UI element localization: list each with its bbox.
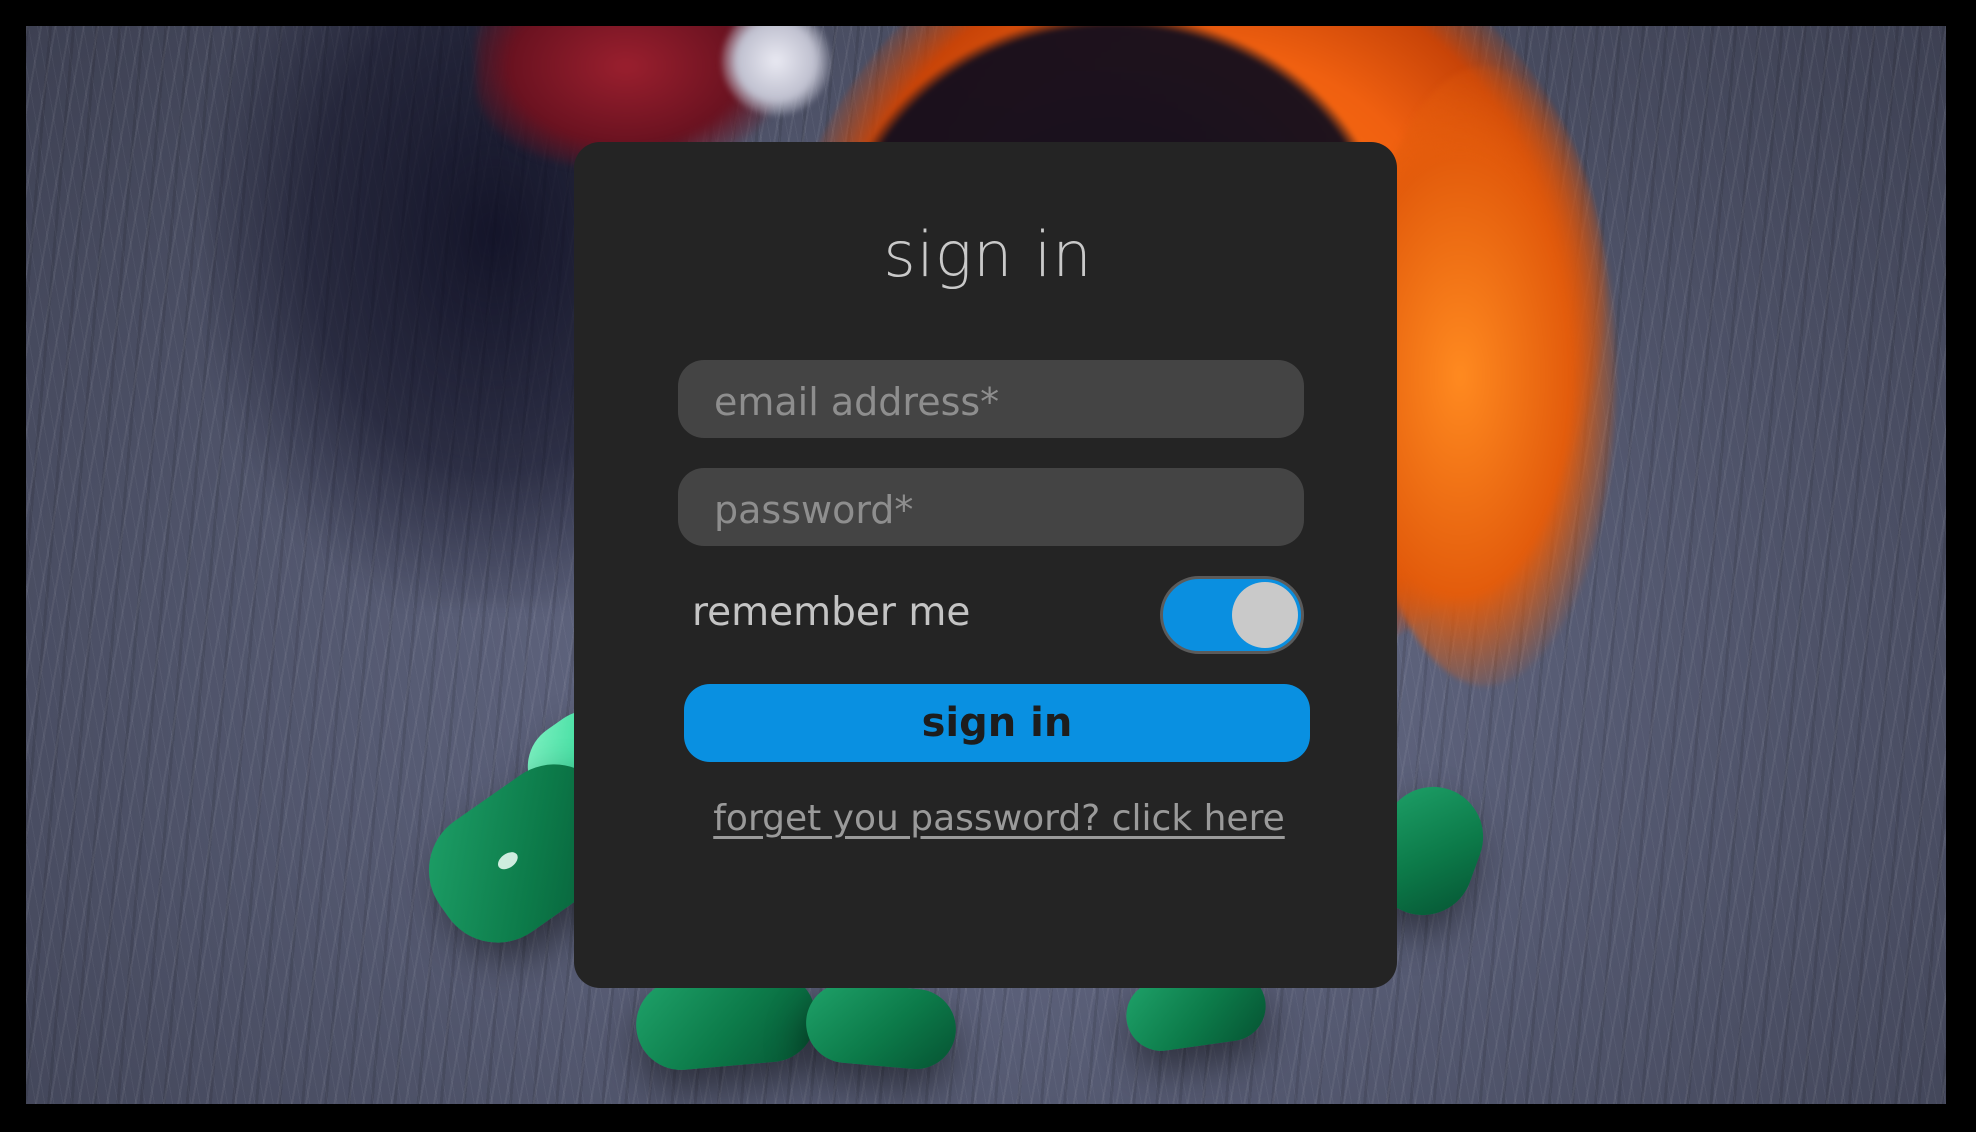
remember-me-toggle[interactable] bbox=[1160, 576, 1304, 654]
email-field[interactable] bbox=[678, 360, 1304, 438]
password-field[interactable] bbox=[678, 468, 1304, 546]
forgot-password-link[interactable]: forget you password? click here bbox=[0, 798, 1976, 839]
sign-in-button[interactable]: sign in bbox=[684, 684, 1310, 762]
screen-frame: sign in remember me sign in forget you p… bbox=[0, 0, 1976, 1132]
toggle-knob bbox=[1232, 582, 1298, 648]
capsule-shine bbox=[494, 848, 521, 873]
remember-me-label: remember me bbox=[692, 590, 971, 635]
sign-in-title: sign in bbox=[883, 218, 1093, 291]
